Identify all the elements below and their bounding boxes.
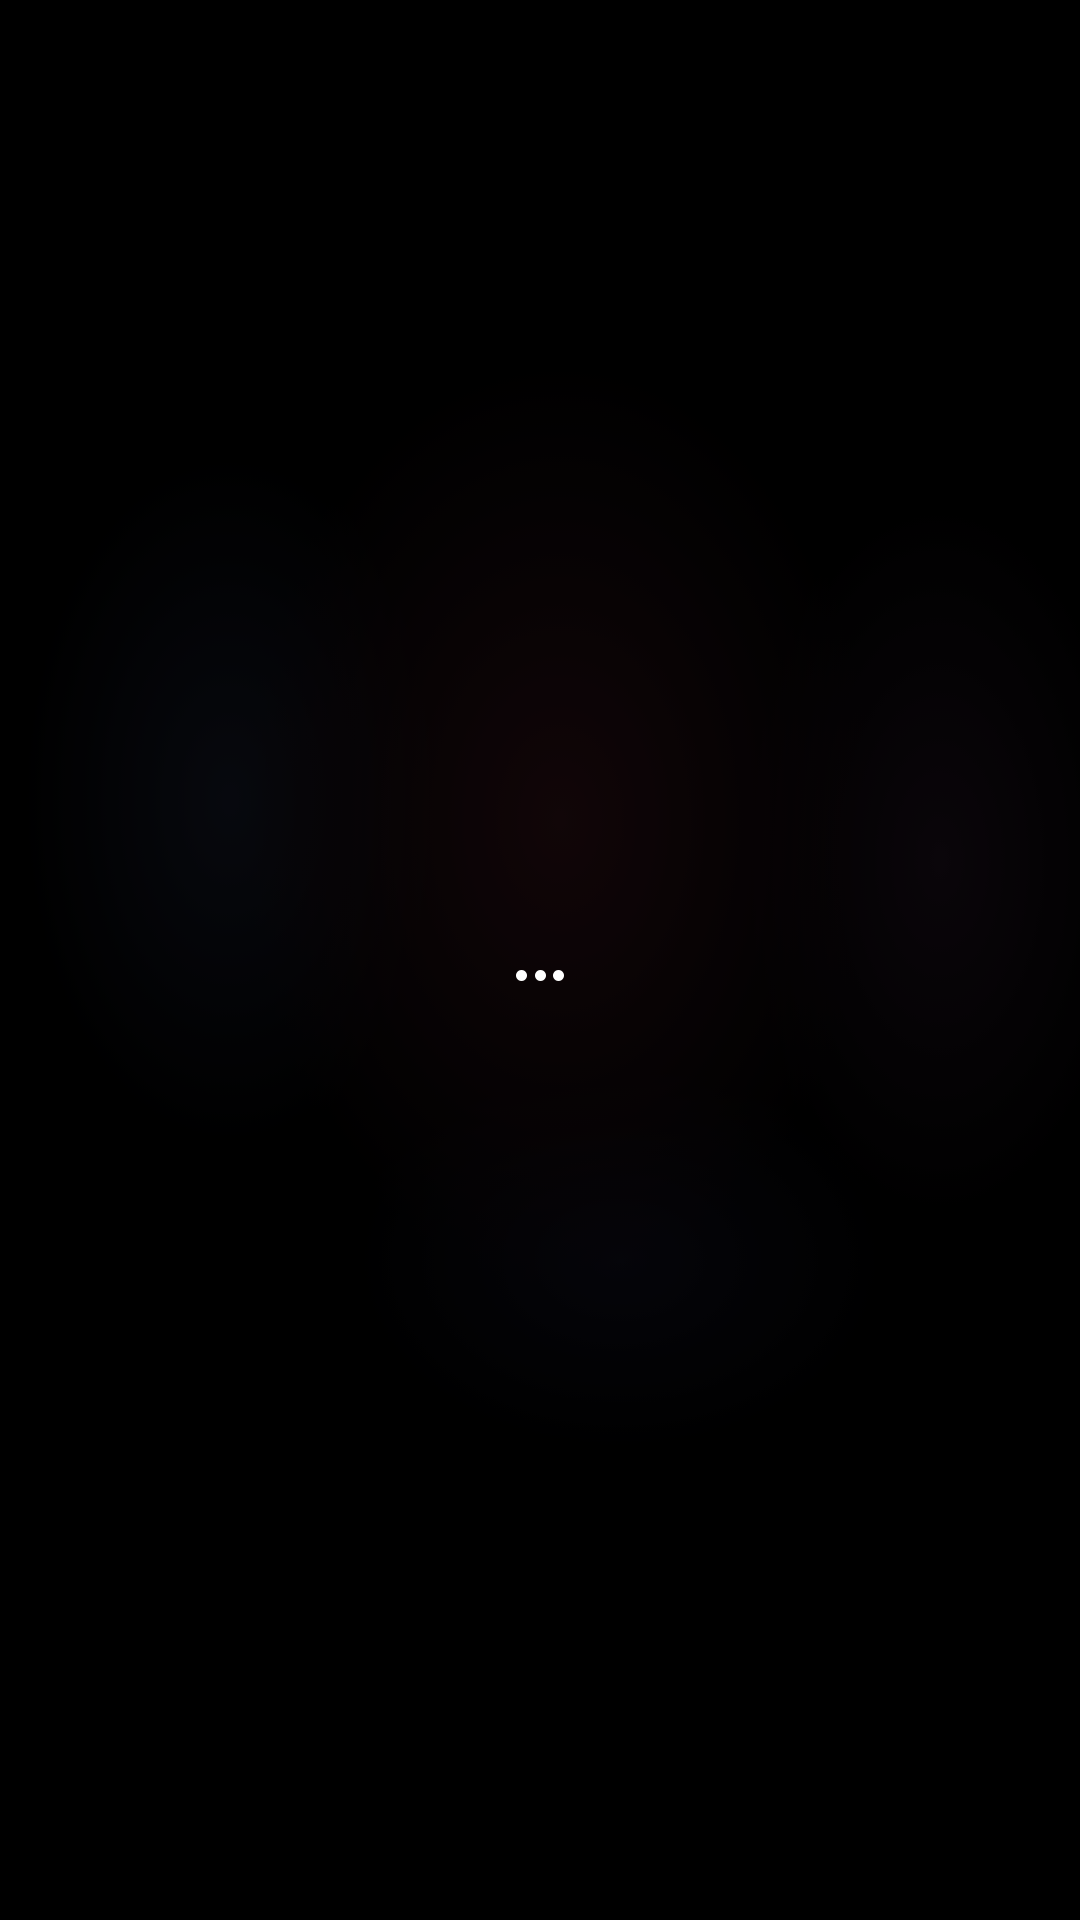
video-frame	[0, 0, 1080, 1920]
video-player-screen[interactable]	[0, 0, 1080, 1920]
loading-dot	[553, 969, 564, 981]
loading-dot	[516, 969, 527, 981]
loading-dot	[534, 969, 546, 981]
loading-dots-icon	[516, 968, 564, 982]
